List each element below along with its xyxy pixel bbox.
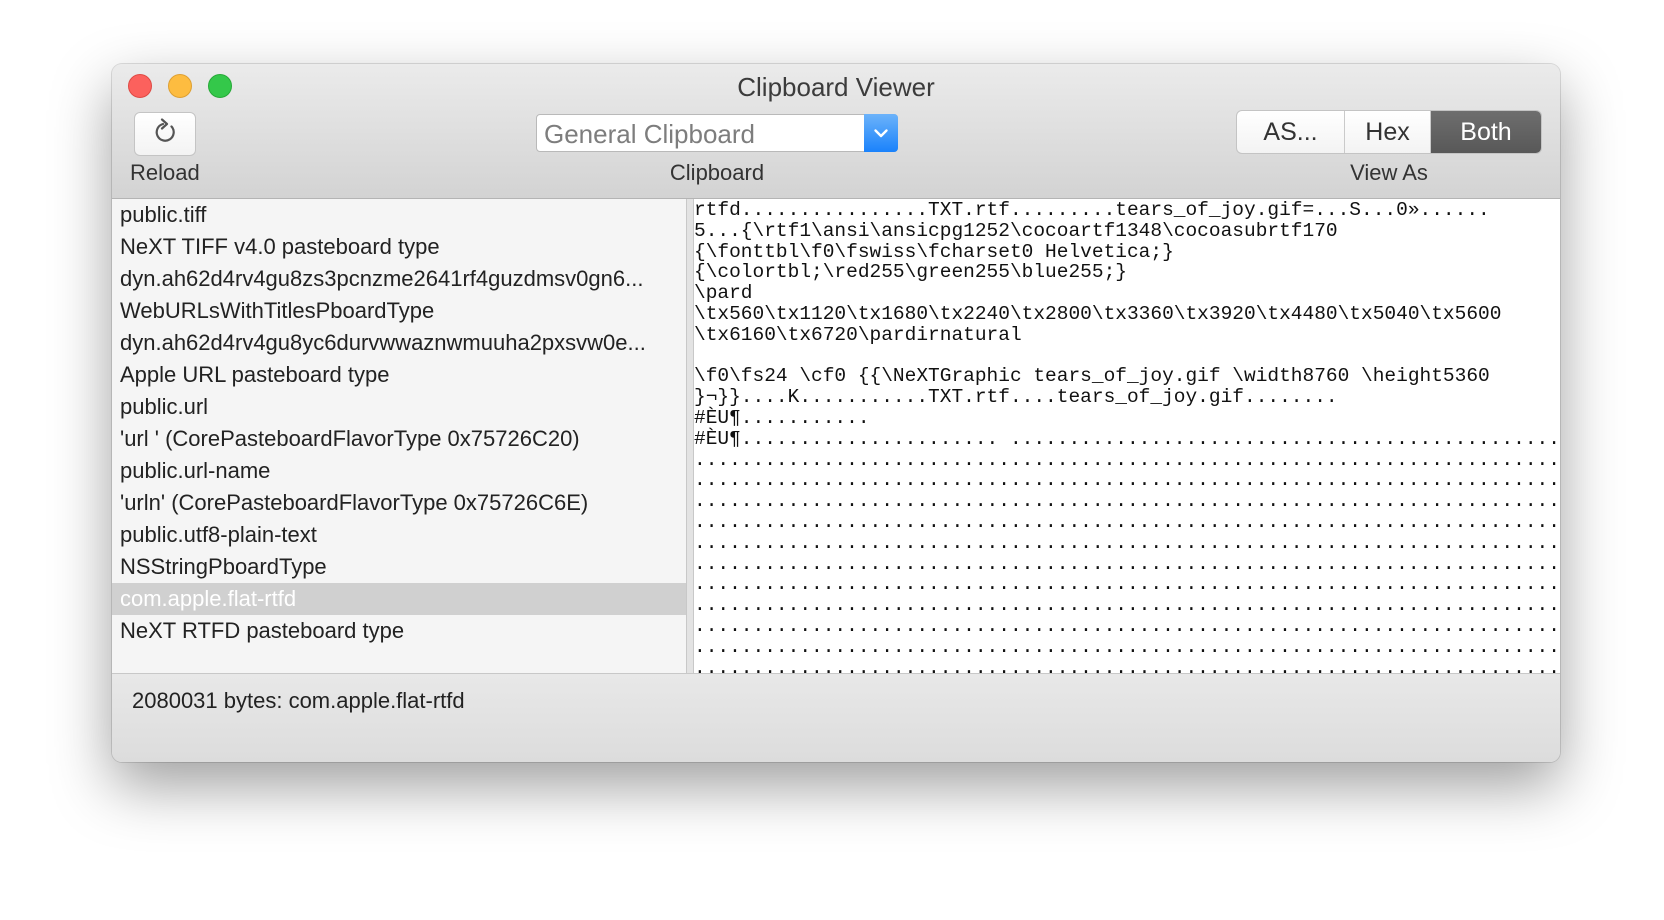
split-divider[interactable]: [687, 199, 694, 673]
content-line: ........................................…: [694, 635, 1560, 658]
clipboard-popup-value: General Clipboard: [544, 119, 756, 149]
content-line: ........................................…: [694, 552, 1560, 575]
content-view[interactable]: rtfd................TXT.rtf.........tear…: [694, 199, 1560, 673]
content-line: {\fonttbl\f0\fswiss\fcharset0 Helvetica;…: [694, 240, 1174, 263]
content-text: rtfd................TXT.rtf.........tear…: [694, 199, 1560, 673]
type-list-item[interactable]: 'urln' (CorePasteboardFlavorType 0x75726…: [112, 487, 686, 519]
toolbar: Clipboard Viewer Reload General Clipboar…: [112, 64, 1560, 199]
view-as-label: View As: [1350, 160, 1428, 185]
reload-button[interactable]: [134, 112, 196, 156]
type-list-item[interactable]: dyn.ah62d4rv4gu8yc6durvwwaznwmuuha2pxsvw…: [112, 327, 686, 359]
content-line: \tx6160\tx6720\pardirnatural: [694, 323, 1022, 346]
type-list-item[interactable]: com.apple.flat-rtfd: [112, 583, 686, 615]
type-list-item[interactable]: WebURLsWithTitlesPboardType: [112, 295, 686, 327]
content-line: ........................................…: [694, 573, 1560, 596]
content-line: ........................................…: [694, 531, 1560, 554]
content-line: ........................................…: [694, 448, 1560, 471]
content-line: ........................................…: [694, 614, 1560, 637]
content-line: }¬}}....K...........TXT.rtf....tears_of_…: [694, 386, 1338, 409]
type-list-item[interactable]: public.utf8-plain-text: [112, 519, 686, 551]
clipboard-popup[interactable]: General Clipboard: [536, 114, 898, 152]
type-list-item[interactable]: 'url ' (CorePasteboardFlavorType 0x75726…: [112, 423, 686, 455]
content-line: {\colortbl;\red255\green255\blue255;}: [694, 261, 1127, 284]
content-line: \f0\fs24 \cf0 {{\NeXTGraphic tears_of_jo…: [694, 365, 1490, 388]
type-list-item[interactable]: public.url: [112, 391, 686, 423]
view-as-as-button[interactable]: AS...: [1237, 111, 1345, 153]
content-line: #ÈU¶...................... .............…: [694, 427, 1560, 450]
status-text: 2080031 bytes: com.apple.flat-rtfd: [132, 688, 465, 713]
clipboard-label: Clipboard: [669, 160, 765, 185]
type-list-item[interactable]: public.tiff: [112, 199, 686, 231]
reload-label: Reload: [130, 160, 200, 185]
type-list-item[interactable]: public.url-name: [112, 455, 686, 487]
popup-arrow[interactable]: [864, 114, 898, 152]
content-line: \tx560\tx1120\tx1680\tx2240\tx2800\tx336…: [694, 302, 1502, 325]
view-as-control: AS... Hex Both: [1236, 110, 1542, 154]
window-title: Clipboard Viewer: [737, 72, 935, 102]
status-bar: 2080031 bytes: com.apple.flat-rtfd: [112, 673, 1560, 762]
type-list-item[interactable]: dyn.ah62d4rv4gu8zs3pcnzme2641rf4guzdmsv0…: [112, 263, 686, 295]
type-list-item[interactable]: Apple URL pasteboard type: [112, 359, 686, 391]
content-line: \pard: [694, 282, 753, 305]
content-line: ........................................…: [694, 594, 1560, 617]
type-list: public.tiff NeXT TIFF v4.0 pasteboard typ…: [112, 199, 687, 673]
clipboard-viewer-window: Clipboard Viewer Reload General Clipboar…: [112, 64, 1560, 762]
content-line: 5...{\rtf1\ansi\ansicpg1252\cocoartf1348…: [694, 219, 1338, 242]
content-line: ........................................…: [694, 469, 1560, 492]
type-list-item[interactable]: NeXT RTFD pasteboard type: [112, 615, 686, 647]
content-line: ........................................…: [694, 656, 1560, 673]
content-line: rtfd................TXT.rtf.........tear…: [694, 199, 1490, 221]
reload-icon: [152, 117, 178, 151]
view-as-hex-button[interactable]: Hex: [1345, 111, 1431, 153]
view-as-both-button[interactable]: Both: [1431, 111, 1541, 153]
content-line: ........................................…: [694, 490, 1560, 513]
type-list-item[interactable]: NSStringPboardType: [112, 551, 686, 583]
chevron-down-icon: [874, 129, 888, 138]
content-line: #ÈU¶...........: [694, 406, 870, 429]
type-list-item[interactable]: NeXT TIFF v4.0 pasteboard type: [112, 231, 686, 263]
content-line: ........................................…: [694, 510, 1560, 533]
